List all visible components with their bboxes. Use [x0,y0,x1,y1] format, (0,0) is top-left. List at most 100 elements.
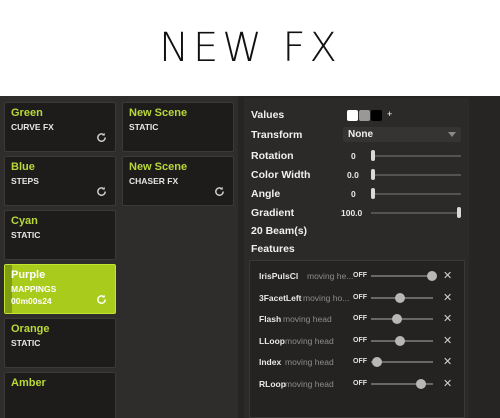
feature-state[interactable]: OFF [353,267,367,285]
feature-state[interactable]: OFF [353,375,367,393]
scene-type: STEPS [11,176,39,186]
feature-slider[interactable] [371,275,433,277]
color-swatch-gray[interactable] [359,110,370,121]
color-width-slider[interactable] [371,169,461,180]
refresh-icon [97,294,106,304]
feature-slider-knob[interactable] [427,271,437,281]
angle-label: Angle [251,188,281,200]
scene-tile[interactable]: New Scene STATIC [122,102,234,152]
remove-feature-icon[interactable]: ✕ [443,310,452,328]
refresh-icon [97,132,106,142]
feature-slider-knob[interactable] [395,292,406,303]
feature-name: Index [259,357,282,367]
remove-feature-icon[interactable]: ✕ [443,289,452,307]
gradient-label: Gradient [251,207,295,219]
gradient-slider[interactable] [371,207,461,218]
scene-time: 00m00s24 [11,296,52,306]
gradient-row: Gradient 100.0 [251,205,467,221]
rotation-row: Rotation 0 [251,148,467,164]
feature-name: Flash [259,314,282,324]
feature-fixture: moving he... [307,271,354,281]
remove-feature-icon[interactable]: ✕ [443,353,452,371]
scene-panel: Green CURVE FX Blue STEPS Cyan STATIC Pu… [0,96,238,418]
scene-name: New Scene [129,161,188,173]
rotation-value: 0 [351,151,356,161]
transform-label: Transform [251,129,303,141]
slider-thumb[interactable] [371,188,375,199]
feature-row[interactable]: RLoop moving head OFF ✕ [253,375,461,393]
gradient-value: 100.0 [341,208,363,218]
rotation-label: Rotation [251,150,294,162]
slider-thumb[interactable] [457,207,461,218]
page-title: NEW FX [159,25,341,71]
scene-name: Amber [11,377,46,389]
scene-tile[interactable]: Amber [4,372,116,418]
scene-type: CURVE FX [11,122,54,132]
scene-tile[interactable]: Orange STATIC [4,318,116,368]
scene-type: STATIC [11,230,41,240]
feature-fixture: moving head [285,335,334,346]
scene-tile[interactable]: Green CURVE FX [4,102,116,152]
scene-type: STATIC [11,338,41,348]
angle-value: 0 [351,189,356,199]
feature-name: IrisPulsCl [259,271,299,281]
refresh-icon [215,186,224,196]
features-header: Features [251,241,467,257]
feature-row[interactable]: Flash moving head OFF ✕ [253,310,461,328]
scene-tile-active[interactable]: Purple MAPPINGS 00m00s24 [4,264,116,314]
values-label: Values [251,109,285,121]
values-row: Values + [251,107,467,123]
feature-slider-knob[interactable] [394,335,405,346]
scene-name: Blue [11,161,35,173]
scene-name: Purple [11,269,46,281]
scene-name: Green [11,107,43,119]
feature-row[interactable]: Index moving head OFF ✕ [253,353,461,371]
remove-feature-icon[interactable]: ✕ [443,267,452,285]
angle-row: Angle 0 [251,186,467,202]
scene-tile[interactable]: Blue STEPS [4,156,116,206]
features-list: IrisPulsCl moving he... OFF ✕ 3FacetLeft movi… [249,260,465,418]
feature-name: LLoop [259,335,285,346]
slider-thumb[interactable] [371,150,375,161]
feature-state[interactable]: OFF [353,353,367,371]
feature-state[interactable]: OFF [353,332,367,350]
remove-feature-icon[interactable]: ✕ [443,375,452,393]
color-swatch-black[interactable] [371,110,382,121]
properties-panel: Values + Transform None Rotation 0 Color… [244,98,469,418]
scene-type: CHASER FX [129,176,179,186]
angle-slider[interactable] [371,188,461,199]
feature-row[interactable]: IrisPulsCl moving he... OFF ✕ [253,267,461,285]
add-color-button[interactable]: + [387,107,392,121]
feature-row[interactable]: 3FacetLeft moving ho... OFF ✕ [253,289,461,307]
feature-fixture: moving head [283,314,332,324]
scene-tile[interactable]: New Scene CHASER FX [122,156,234,206]
remove-feature-icon[interactable]: ✕ [443,332,452,350]
chevron-down-icon [448,132,456,137]
color-swatch-white[interactable] [347,110,358,121]
beams-label: 20 Beam(s) [251,225,308,237]
feature-state[interactable]: OFF [353,289,367,307]
scene-name: Orange [11,323,50,335]
feature-fixture: moving head [285,357,334,367]
feature-slider-knob[interactable] [415,378,426,389]
feature-fixture: moving ho... [303,292,350,303]
transform-row: Transform None [251,127,467,143]
scene-name: New Scene [129,107,188,119]
features-label: Features [251,243,295,255]
scene-tile[interactable]: Cyan STATIC [4,210,116,260]
beams-row: 20 Beam(s) [251,223,467,239]
feature-state[interactable]: OFF [353,310,367,328]
scene-type: MAPPINGS [11,284,57,294]
feature-name: 3FacetLeft [259,292,302,303]
transform-value: None [348,129,373,140]
feature-slider-knob[interactable] [392,314,403,324]
fx-editor: Green CURVE FX Blue STEPS Cyan STATIC Pu… [0,96,500,418]
rotation-slider[interactable] [371,150,461,161]
slider-thumb[interactable] [371,169,375,180]
feature-slider-knob[interactable] [372,357,383,367]
transform-select[interactable]: None [343,127,461,142]
feature-name: RLoop [259,378,286,389]
color-width-row: Color Width 0.0 [251,167,467,183]
refresh-icon [97,186,106,196]
feature-row[interactable]: LLoop moving head OFF ✕ [253,332,461,350]
